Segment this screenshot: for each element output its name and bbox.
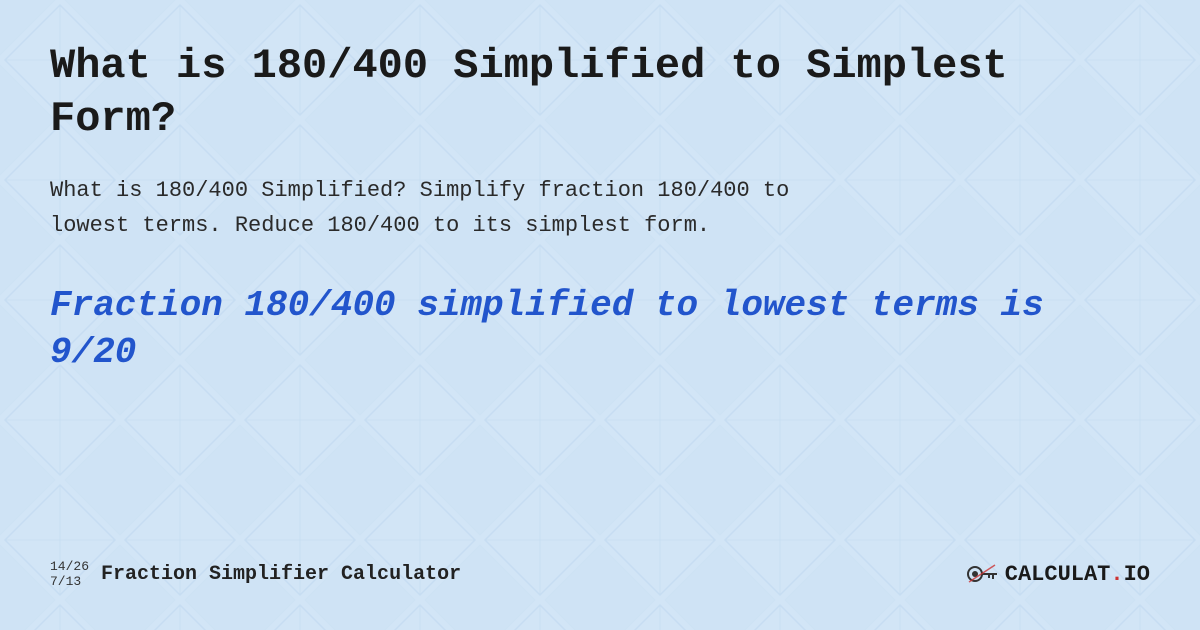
result-heading: Fraction 180/400 simplified to lowest te… bbox=[50, 283, 1150, 377]
footer-site-title: Fraction Simplifier Calculator bbox=[101, 563, 461, 586]
footer-fraction-bottom: 7/13 bbox=[50, 574, 89, 590]
main-section: What is 180/400 Simplified to Simplest F… bbox=[50, 40, 1150, 559]
logo-dot: . bbox=[1110, 562, 1123, 587]
page-title: What is 180/400 Simplified to Simplest F… bbox=[50, 40, 1150, 145]
logo-icon bbox=[967, 560, 999, 588]
footer-logo: CALCULAT.IO bbox=[967, 560, 1150, 588]
description-line2: lowest terms. Reduce 180/400 to its simp… bbox=[50, 213, 710, 238]
description-line1: What is 180/400 Simplified? Simplify fra… bbox=[50, 178, 789, 203]
footer-fractions: 14/26 7/13 bbox=[50, 559, 89, 590]
footer-fraction-top: 14/26 bbox=[50, 559, 89, 575]
description: What is 180/400 Simplified? Simplify fra… bbox=[50, 173, 1150, 243]
logo-text: CALCULAT.IO bbox=[1005, 562, 1150, 587]
page-content: What is 180/400 Simplified to Simplest F… bbox=[0, 0, 1200, 630]
footer: 14/26 7/13 Fraction Simplifier Calculato… bbox=[50, 559, 1150, 600]
